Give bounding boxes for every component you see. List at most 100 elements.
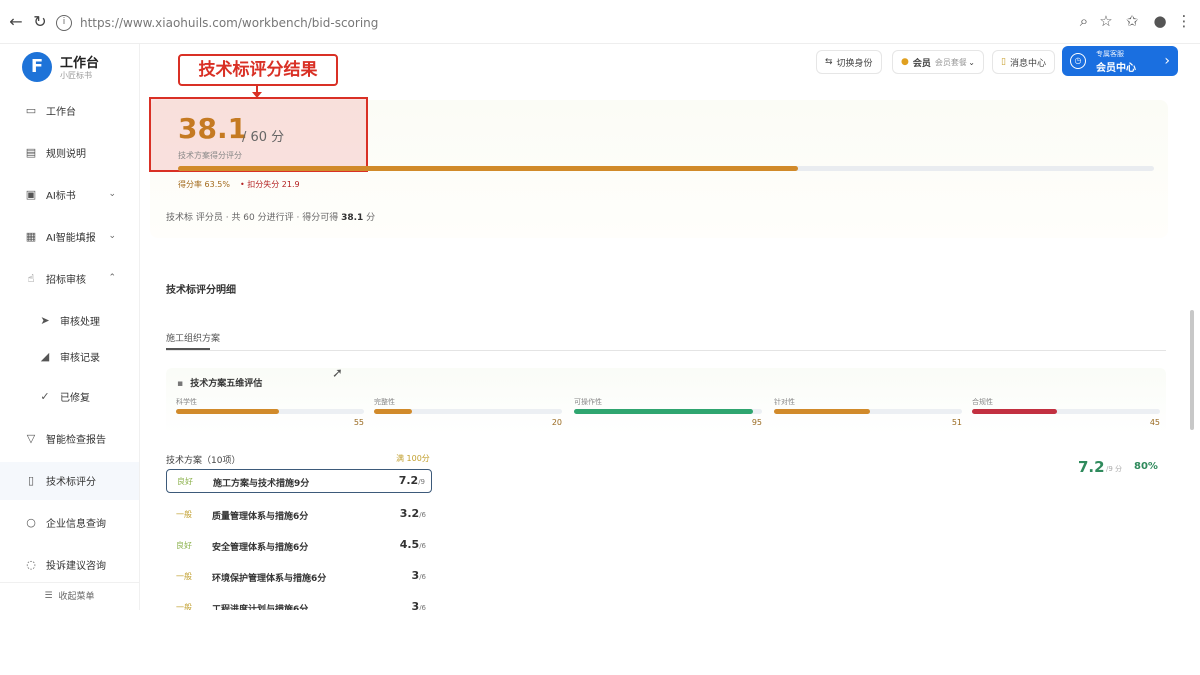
sidebar-item-tech-scoring[interactable]: ▯ 技术标评分: [24, 470, 134, 490]
chevron-down-icon: ⌄: [108, 231, 116, 241]
sidebar-item-label: 招标审核: [46, 274, 86, 286]
criteria-row[interactable]: 良好 施工方案与技术措施9分 7.2/9: [166, 469, 432, 493]
criteria-name: 质量管理体系与措施6分: [212, 512, 309, 522]
summary-prefix: 技术标 评分员 · 共 60 分进行评 · 得分可得: [166, 213, 339, 223]
check-circle-icon: ✓: [40, 389, 50, 403]
favorites-icon[interactable]: ✩: [1122, 12, 1142, 30]
sidebar-item-label: AI标书: [46, 190, 76, 202]
sidebar-item-workbench[interactable]: ▭ 工作台: [24, 100, 134, 120]
member-sub-label: 会员套餐: [934, 57, 967, 67]
score-rate: 得分率 63.5%: [178, 180, 230, 189]
member-center-small-label: 专属客服: [1096, 49, 1124, 58]
sidebar-item-rules[interactable]: ▤ 规则说明: [24, 142, 134, 162]
sidebar-item-check-report[interactable]: ▽ 智能检查报告: [24, 428, 134, 448]
monitor-icon: ▭: [25, 103, 37, 117]
dimension-track: [774, 409, 962, 414]
sidebar-item-review-records[interactable]: ◢ 审核记录: [38, 346, 148, 366]
summary-value: 38.1: [341, 213, 364, 223]
annotation-arrow-head: [252, 92, 262, 98]
sidebar-item-ai-fill[interactable]: ▦ AI智能填报 ⌄: [24, 226, 134, 246]
dimension-track: [574, 409, 762, 414]
sidebar-item-label: 工作台: [46, 106, 76, 118]
chart-icon: ▪: [177, 379, 184, 389]
profile-avatar-icon[interactable]: ●: [1150, 12, 1170, 30]
dimension-value: 20: [551, 418, 562, 427]
tab-construction-plan[interactable]: 施工组织方案: [166, 331, 220, 344]
member-center-button[interactable]: ◷ 专属客服 会员中心 ›: [1062, 46, 1178, 76]
clock-icon: ◷: [1070, 53, 1086, 69]
dimension-name: 合规性: [972, 398, 993, 406]
switch-identity-button[interactable]: ⇆ 切换身份: [816, 50, 882, 74]
criteria-score-max: /6: [419, 573, 426, 581]
dimension-value: 45: [1149, 418, 1160, 427]
score-rate-line: 得分率 63.5% • 扣分失分 21.9: [178, 179, 300, 190]
dimension-fill: [374, 409, 412, 414]
sidebar-item-label: 企业信息查询: [46, 518, 106, 530]
blank-footer-area: [0, 610, 1200, 675]
sidebar-item-label: 技术标评分: [46, 476, 96, 488]
score-caption: 技术方案得分评分: [178, 151, 242, 160]
dimension-fill: [176, 409, 280, 414]
sidebar-item-label: AI智能填报: [46, 232, 96, 244]
tabs-divider: [166, 350, 1166, 351]
score-lost: • 扣分失分 21.9: [239, 180, 300, 189]
dimension-item: 针对性 51: [774, 397, 962, 427]
criteria-score-max: /9: [418, 478, 425, 486]
form-icon: ▦: [25, 229, 37, 243]
criteria-row[interactable]: 一般 质量管理体系与措施6分 3.2/6: [166, 503, 432, 527]
back-icon[interactable]: ←: [6, 12, 26, 32]
criteria-score: 7.2/9: [399, 474, 425, 487]
menu-dots-icon[interactable]: ⋮: [1174, 12, 1194, 30]
collapse-menu-button[interactable]: ☰ 收起菜单: [0, 582, 139, 608]
bookmark-star-icon[interactable]: ☆: [1096, 12, 1116, 30]
dimension-value: 95: [751, 418, 762, 427]
switch-identity-label: 切换身份: [836, 58, 873, 69]
member-dropdown[interactable]: ● 会员 会员套餐 ⌄: [892, 50, 984, 74]
filter-icon: ▽: [26, 431, 36, 445]
page-scrollbar[interactable]: [1190, 310, 1194, 430]
chevron-up-icon: ⌃: [108, 273, 116, 283]
sidebar-item-label: 智能检查报告: [46, 434, 106, 446]
score-summary-line: 技术标 评分员 · 共 60 分进行评 · 得分可得 38.1 分: [166, 210, 375, 223]
dimension-fill: [972, 409, 1057, 414]
five-dimension-title: ▪ 技术方案五维评估: [177, 376, 262, 389]
dimension-item: 完整性 20: [374, 397, 562, 427]
criteria-score-value: 4.5: [399, 538, 420, 551]
selected-criteria-score: 7.2: [1078, 458, 1105, 476]
score-value: 38.1: [178, 112, 248, 145]
reload-icon[interactable]: ↻: [30, 12, 50, 32]
criteria-list-max: 满 100分: [396, 454, 430, 463]
member-center-label: 会员中心: [1096, 62, 1136, 74]
chart-icon: ◢: [40, 349, 50, 363]
dimension-name: 科学性: [176, 398, 197, 406]
zoom-icon[interactable]: ⌕: [1074, 12, 1094, 30]
member-label: 会员: [912, 58, 931, 69]
site-info-icon[interactable]: i: [56, 15, 72, 31]
criteria-row[interactable]: 一般 环境保护管理体系与措施6分 3/6: [166, 565, 432, 589]
criteria-row[interactable]: 良好 安全管理体系与措施6分 4.5/6: [166, 534, 432, 558]
brand[interactable]: F 工作台 小匠标书: [22, 50, 132, 86]
criteria-score: 4.5/6: [400, 538, 426, 551]
sidebar-item-ai-bid[interactable]: ▣ AI标书 ⌄: [24, 184, 134, 204]
file-icon: ▣: [25, 187, 37, 201]
score-progress-bar: [178, 166, 1154, 171]
brand-title: 工作台: [60, 56, 100, 71]
address-bar[interactable]: i https://www.xiaohuils.com/workbench/bi…: [56, 10, 1066, 36]
sidebar-item-feedback[interactable]: ◌ 投诉建议咨询: [24, 554, 134, 574]
sidebar-item-label: 审核处理: [60, 316, 100, 328]
score-total: / 60 分: [242, 130, 285, 145]
sidebar-item-review-process[interactable]: ➤ 审核处理: [38, 310, 148, 330]
sidebar-item-label: 审核记录: [60, 352, 100, 364]
sidebar-item-review[interactable]: ☝ 招标审核 ⌃: [24, 268, 134, 288]
criteria-name: 安全管理体系与措施6分: [212, 543, 309, 553]
collapse-menu-label: 收起菜单: [58, 592, 95, 602]
detail-section-title: 技术标评分明细: [166, 285, 236, 296]
message-center-button[interactable]: ▯ 消息中心: [992, 50, 1055, 74]
dimension-fill: [574, 409, 753, 414]
criteria-tag: 良好: [176, 541, 192, 550]
sidebar-item-company-query[interactable]: ○ 企业信息查询: [24, 512, 134, 532]
brand-subtitle: 小匠标书: [60, 71, 92, 80]
sidebar-item-fixed[interactable]: ✓ 已修复: [38, 386, 148, 406]
dimension-value: 51: [951, 418, 962, 427]
mouse-cursor-icon: ➚: [332, 366, 343, 381]
